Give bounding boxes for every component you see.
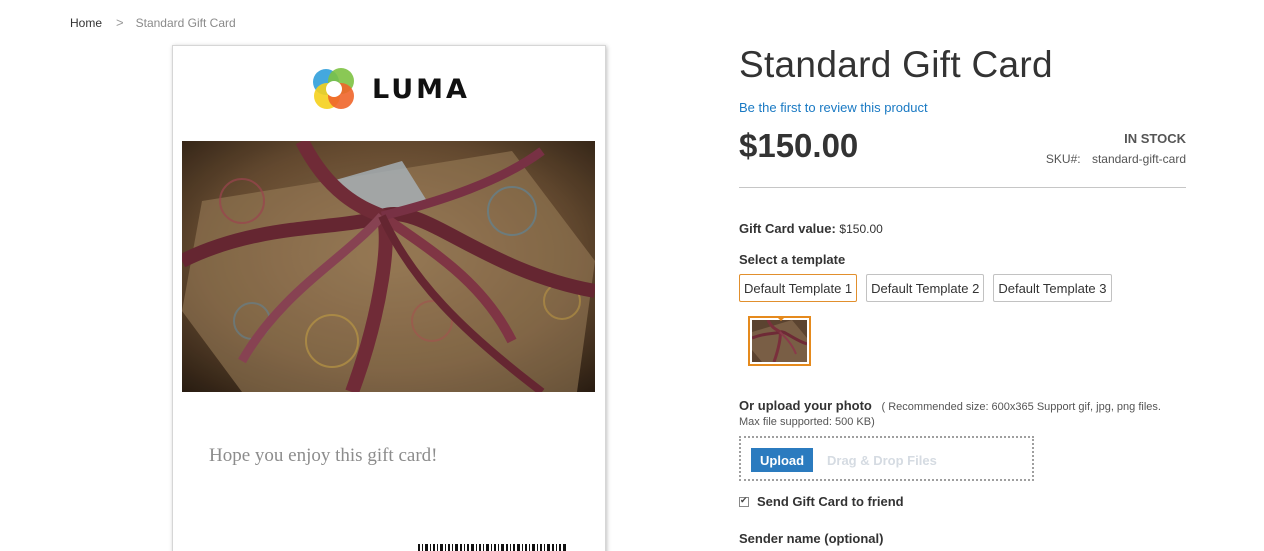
template-button-3[interactable]: Default Template 3 — [993, 274, 1112, 302]
template-image-thumbnail[interactable] — [748, 316, 811, 366]
template-selector: Default Template 1 Default Template 2 De… — [739, 274, 1121, 302]
breadcrumb: Home > Standard Gift Card — [70, 15, 236, 30]
gift-card-preview: LUMA Hope you enjoy this gift card! — [172, 45, 606, 551]
gift-card-message: Hope you enjoy this gift card! — [209, 445, 438, 466]
product-title: Standard Gift Card — [739, 44, 1053, 85]
upload-heading: Or upload your photo ( Recommended size:… — [739, 398, 1161, 413]
photo-dropzone[interactable]: Upload Drag & Drop Files — [739, 436, 1034, 481]
send-to-friend-label[interactable]: Send Gift Card to friend — [757, 494, 904, 509]
thumbnail-image — [751, 319, 808, 363]
luma-logo-icon — [313, 68, 354, 109]
sku-value: standard-gift-card — [1091, 152, 1186, 166]
product-price: $150.00 — [739, 127, 859, 164]
divider — [739, 187, 1186, 188]
breadcrumb-home-link[interactable]: Home — [70, 16, 102, 30]
luma-logo: LUMA — [310, 65, 470, 113]
sender-name-label: Sender name (optional) — [739, 531, 884, 546]
stock-status: In stock — [1124, 131, 1186, 146]
luma-logo-text: LUMA — [372, 73, 470, 105]
template-heading: Select a template — [739, 252, 846, 267]
upload-hint: ( Recommended size: 600x365 Support gif,… — [881, 401, 1161, 413]
sku-label: SKU#: — [1045, 152, 1081, 166]
review-link[interactable]: Be the first to review this product — [739, 100, 928, 115]
gift-card-image — [182, 141, 595, 392]
send-to-friend-checkbox[interactable] — [739, 495, 749, 507]
upload-label: Or upload your photo — [739, 398, 872, 413]
breadcrumb-separator: > — [116, 15, 124, 30]
thumbnail-pointer — [776, 316, 786, 321]
upload-hint-max-size: Max file supported: 500 KB) — [739, 416, 875, 428]
template-button-2[interactable]: Default Template 2 — [866, 274, 985, 302]
drag-drop-text: Drag & Drop Files — [827, 453, 937, 468]
breadcrumb-current: Standard Gift Card — [135, 15, 236, 30]
gift-card-value: Gift Card value: $150.00 — [739, 221, 883, 236]
gift-card-value-amount: $150.00 — [839, 222, 883, 236]
gift-card-value-label: Gift Card value: — [739, 221, 836, 236]
product-sku: SKU#: standard-gift-card — [1046, 152, 1186, 166]
template-button-1[interactable]: Default Template 1 — [739, 274, 858, 302]
barcode — [418, 544, 566, 551]
send-to-friend-row: Send Gift Card to friend — [739, 494, 904, 509]
upload-button[interactable]: Upload — [751, 448, 814, 472]
